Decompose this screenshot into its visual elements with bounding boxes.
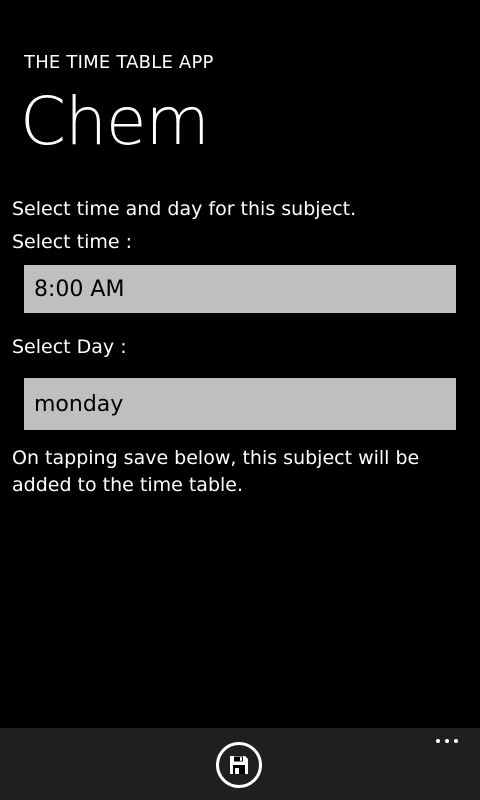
select-day-label: Select Day : [12,336,127,358]
app-title: THE TIME TABLE APP [24,52,214,73]
day-picker-value: monday [34,391,124,417]
time-picker-value: 8:00 AM [34,276,125,302]
more-options-icon-dot [445,739,449,743]
instruction-text: Select time and day for this subject. [12,198,357,220]
save-icon [230,756,248,774]
page-title: Chem [20,83,210,160]
day-picker[interactable]: monday [24,378,456,430]
more-options-icon-dot [454,739,458,743]
save-note-text: On tapping save below, this subject will… [12,447,420,496]
save-button[interactable] [216,742,262,788]
more-options-button[interactable] [436,734,458,748]
screen: THE TIME TABLE APP Chem Select time and … [0,0,480,800]
application-bar [0,728,480,800]
more-options-icon [436,739,440,743]
time-picker[interactable]: 8:00 AM [24,265,456,313]
select-time-label: Select time : [12,231,133,253]
